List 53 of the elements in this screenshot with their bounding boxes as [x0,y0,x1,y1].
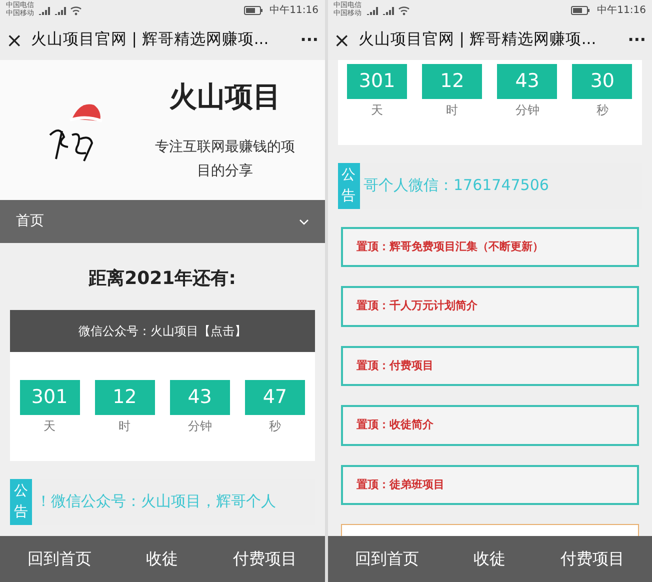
signal-icon [54,5,66,15]
bottom-nav-link[interactable]: 回到首页 [354,547,419,571]
signal-icon [366,5,378,15]
more-button[interactable]: ··· [300,28,318,52]
bottom-nav-link[interactable]: 回到首页 [27,547,92,571]
pinned-link[interactable]: 置顶：辉哥免费项目汇集（不断更新） [340,226,639,267]
pinned-link[interactable]: 置顶：千人万元计划简介 [340,286,639,326]
countdown-unit: 秒 [268,418,281,434]
battery-icon [244,6,263,14]
signal-icon [382,5,394,15]
countdown-unit: 分钟 [515,102,540,118]
notice-badge: 公告 [338,162,360,208]
bottom-nav-link[interactable]: 付费项目 [233,547,298,571]
close-button[interactable]: × [334,30,350,50]
bottom-nav-link[interactable]: 收徒 [474,547,506,571]
status-time: 中午11:16 [270,4,318,18]
page-title: 火山项目官网 | 辉哥精选网赚项... [30,29,269,50]
more-button[interactable]: ··· [628,28,646,52]
countdown-unit: 时 [118,418,131,434]
countdown-value: 12 [94,380,155,414]
bottom-nav-link[interactable]: 付费项目 [560,547,625,571]
wifi-icon [70,4,82,16]
countdown-value: 47 [244,380,305,414]
countdown-value: 301 [347,64,408,98]
countdown-value: 30 [572,64,632,98]
countdown-unit: 天 [44,418,56,434]
countdown-unit: 时 [446,102,458,118]
countdown-unit: 秒 [596,102,608,118]
notice-badge: 公告 [10,478,32,524]
wifi-icon [398,4,410,16]
pinned-link[interactable]: 置顶：收徒简介 [340,405,639,446]
countdown-value: 12 [422,64,482,98]
nav-label: 首页 [16,212,44,231]
status-time: 中午11:16 [597,4,646,18]
pinned-link[interactable]: 置顶：徒弟班项目 [340,464,639,505]
account-banner[interactable]: 微信公众号：火山项目【点击】 [10,310,314,352]
countdown-unit: 天 [371,102,384,118]
countdown-value: 301 [20,380,80,414]
bottom-nav-link[interactable]: 收徒 [146,547,178,571]
battery-icon [571,6,590,14]
notice-text: 哥个人微信：1761747506 [364,175,549,196]
countdown-value: 43 [170,380,230,414]
notice-text: ！微信公众号：火山项目，辉哥个人 [36,491,276,512]
countdown-value: 43 [497,64,558,98]
site-title: 火山项目 [169,79,281,116]
close-button[interactable]: × [6,30,23,50]
pinned-link[interactable]: 置顶：付费项目 [340,346,639,386]
site-tagline: 专注互联网最赚钱的项目的分享 [154,138,296,181]
signal-icon [38,5,50,15]
page-title: 火山项目官网 | 辉哥精选网赚项... [358,29,596,50]
countdown-heading: 距离2021年还有: [88,267,237,291]
nav-menu-bar[interactable]: 首页 [0,200,324,243]
countdown-unit: 分钟 [188,418,212,434]
